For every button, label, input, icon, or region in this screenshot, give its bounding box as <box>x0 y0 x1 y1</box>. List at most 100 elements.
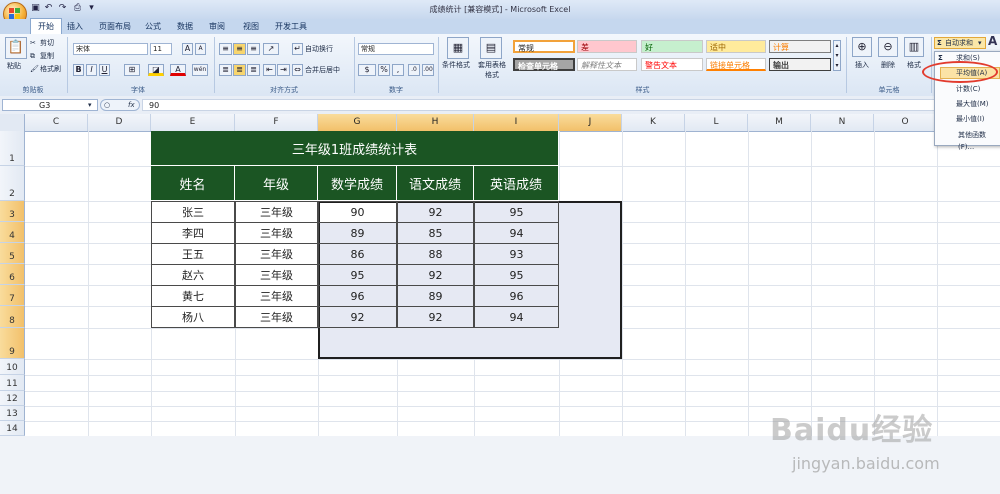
column-header-E[interactable]: E <box>151 114 235 131</box>
style-output[interactable]: 输出 <box>769 58 831 71</box>
cell-name[interactable]: 张三 <box>151 201 235 223</box>
print-preview-icon[interactable]: ⎙ <box>72 3 83 14</box>
customize-qat-icon[interactable]: ▾ <box>86 3 97 14</box>
tab-review[interactable]: 审阅 <box>202 19 232 34</box>
menu-item-min[interactable]: 最小值(I) <box>940 113 1000 125</box>
decrease-decimal-icon[interactable]: .00 <box>422 64 434 76</box>
decrease-indent-icon[interactable]: ⇤ <box>263 64 276 76</box>
cell-english[interactable]: 93 <box>474 243 559 265</box>
cell-english[interactable]: 96 <box>474 285 559 307</box>
style-explanatory[interactable]: 解释性文本 <box>577 58 637 71</box>
row-header-8[interactable]: 8 <box>0 306 25 328</box>
orientation-icon[interactable]: ↗ <box>263 43 279 55</box>
name-box-dropdown-icon[interactable]: ▾ <box>88 100 92 110</box>
align-bottom-icon[interactable]: ≡ <box>247 43 260 55</box>
column-header-G[interactable]: G <box>318 114 397 131</box>
border-icon[interactable]: ⊞ <box>124 64 140 76</box>
style-linked-cell[interactable]: 链接单元格 <box>706 58 766 71</box>
column-header-D[interactable]: D <box>88 114 151 131</box>
wrap-text-button[interactable]: 自动换行 <box>305 44 333 54</box>
currency-icon[interactable]: $ <box>358 64 376 76</box>
cell-name[interactable]: 王五 <box>151 243 235 265</box>
redo-icon[interactable]: ↷ <box>57 3 68 14</box>
menu-item-max[interactable]: 最大值(M) <box>940 98 1000 110</box>
row-header-11[interactable]: 11 <box>0 375 25 391</box>
font-color-icon[interactable]: A <box>170 64 186 76</box>
autosum-dropdown-icon[interactable]: ▾ <box>978 38 982 48</box>
cell-name[interactable]: 李四 <box>151 222 235 244</box>
sort-filter-icon[interactable]: A <box>988 35 997 47</box>
tab-developer[interactable]: 开发工具 <box>268 19 314 34</box>
column-header-J[interactable]: J <box>559 114 622 131</box>
format-painter-icon[interactable]: 🖌 <box>30 64 39 74</box>
tab-insert[interactable]: 插入 <box>60 19 90 34</box>
copy-icon[interactable]: ⧉ <box>30 51 35 61</box>
header-grade[interactable]: 年级 <box>235 166 318 201</box>
cell-chinese[interactable]: 92 <box>397 264 474 286</box>
cut-icon[interactable]: ✂ <box>30 38 36 48</box>
cell-english[interactable]: 95 <box>474 201 559 223</box>
style-normal[interactable]: 常规 <box>513 40 575 53</box>
column-header-K[interactable]: K <box>622 114 685 131</box>
cell-grade[interactable]: 三年级 <box>235 243 318 265</box>
cell-math[interactable]: 90 <box>318 201 397 223</box>
align-top-icon[interactable]: ≡ <box>219 43 232 55</box>
styles-scroll-icon[interactable]: ▴ ▾ ▾ <box>833 40 841 71</box>
cell-english[interactable]: 95 <box>474 264 559 286</box>
align-middle-icon[interactable]: ≡ <box>233 43 246 55</box>
percent-icon[interactable]: % <box>378 64 390 76</box>
column-header-O[interactable]: O <box>874 114 937 131</box>
phonetic-button[interactable]: wén <box>192 64 208 76</box>
row-header-7[interactable]: 7 <box>0 285 25 306</box>
row-header-6[interactable]: 6 <box>0 264 25 285</box>
column-header-H[interactable]: H <box>397 114 474 131</box>
cell-english[interactable]: 94 <box>474 222 559 244</box>
row-header-5[interactable]: 5 <box>0 243 25 264</box>
conditional-format-icon[interactable]: ▦ <box>447 37 469 59</box>
row-header-3[interactable]: 3 <box>0 201 25 222</box>
style-warning[interactable]: 警告文本 <box>641 58 703 71</box>
cell-math[interactable]: 96 <box>318 285 397 307</box>
cell-name[interactable]: 杨八 <box>151 306 235 328</box>
number-format-box[interactable]: 常规 <box>358 43 434 55</box>
select-all-button[interactable] <box>0 114 25 131</box>
tab-home[interactable]: 开始 <box>30 18 62 34</box>
column-header-M[interactable]: M <box>748 114 811 131</box>
cell-english[interactable]: 94 <box>474 306 559 328</box>
name-box[interactable]: G3 <box>2 99 98 111</box>
cell-chinese[interactable]: 88 <box>397 243 474 265</box>
row-header-12[interactable]: 12 <box>0 391 25 406</box>
cell-name[interactable]: 赵六 <box>151 264 235 286</box>
paste-icon[interactable]: 📋 <box>5 37 27 59</box>
row-header-4[interactable]: 4 <box>0 222 25 243</box>
cell-math[interactable]: 92 <box>318 306 397 328</box>
cell-grade[interactable]: 三年级 <box>235 222 318 244</box>
format-as-table-button[interactable]: 套用表格格式 <box>475 60 509 80</box>
row-header-2[interactable]: 2 <box>0 166 25 201</box>
header-chinese[interactable]: 语文成绩 <box>397 166 474 201</box>
style-neutral[interactable]: 适中 <box>706 40 766 53</box>
cancel-icon[interactable]: ○ <box>104 100 110 110</box>
cell-chinese[interactable]: 92 <box>397 201 474 223</box>
grow-font-button[interactable]: A <box>182 43 193 55</box>
shrink-font-button[interactable]: A <box>195 43 206 55</box>
save-icon[interactable]: ▣ <box>30 3 41 14</box>
cell-chinese[interactable]: 92 <box>397 306 474 328</box>
merge-center-button[interactable]: 合并后居中 <box>305 65 340 75</box>
tab-formulas[interactable]: 公式 <box>138 19 168 34</box>
align-center-icon[interactable]: ≣ <box>233 64 246 76</box>
bold-button[interactable]: B <box>73 64 84 76</box>
header-math[interactable]: 数学成绩 <box>318 166 397 201</box>
format-cells-button[interactable]: 格式 <box>907 60 921 70</box>
style-bad[interactable]: 差 <box>577 40 637 53</box>
font-size-box[interactable]: 11 <box>150 43 172 55</box>
delete-cells-icon[interactable]: ⊖ <box>878 37 898 57</box>
insert-function-icon[interactable]: fx <box>128 100 135 110</box>
italic-button[interactable]: I <box>86 64 97 76</box>
comma-style-icon[interactable]: , <box>392 64 404 76</box>
header-name[interactable]: 姓名 <box>151 166 235 201</box>
row-header-1[interactable]: 1 <box>0 131 25 166</box>
copy-button[interactable]: 复制 <box>40 51 54 61</box>
cell-chinese[interactable]: 89 <box>397 285 474 307</box>
tab-view[interactable]: 视图 <box>236 19 266 34</box>
